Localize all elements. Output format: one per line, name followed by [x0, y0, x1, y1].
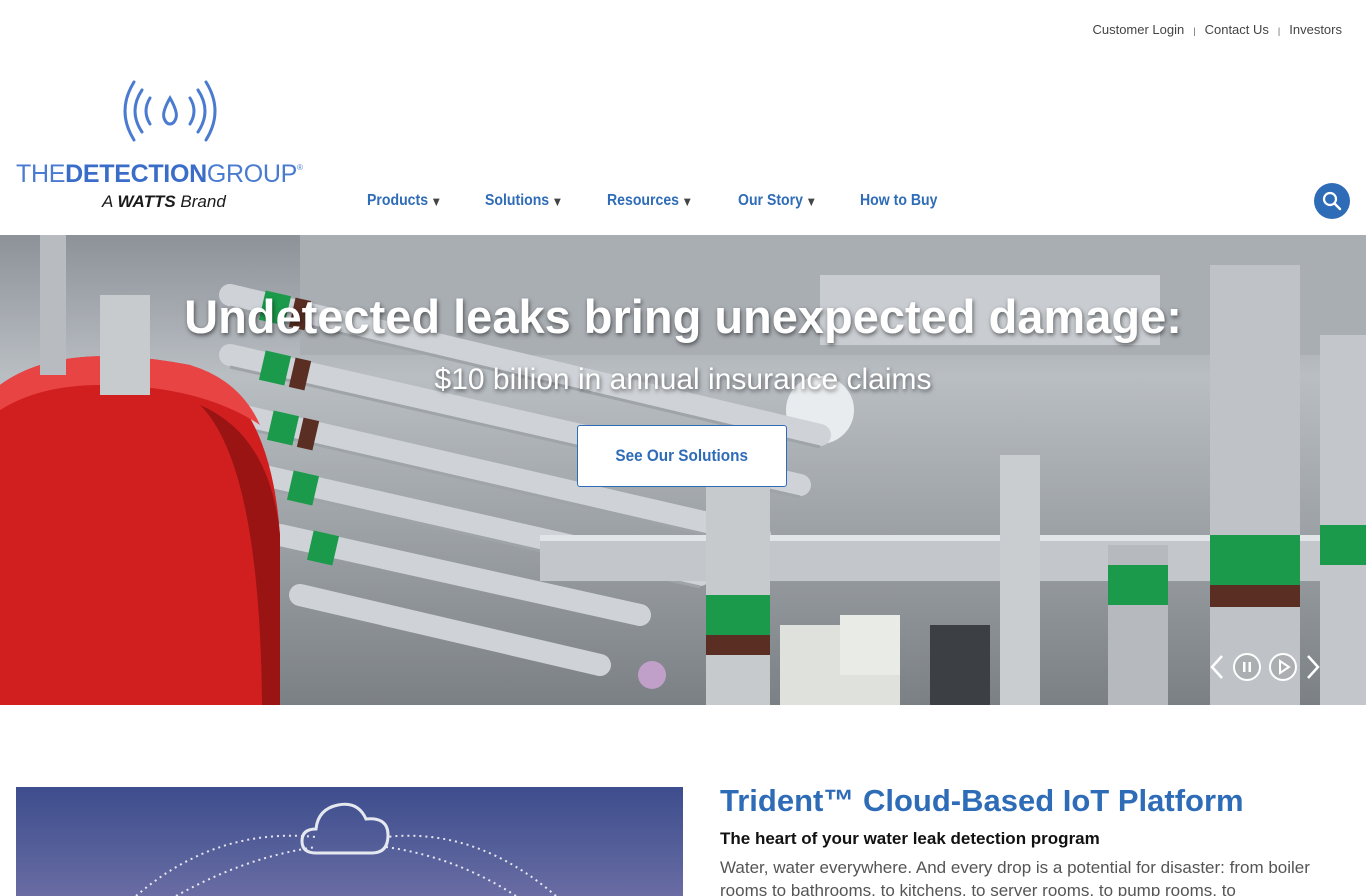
chevron-right-icon: [1307, 655, 1320, 679]
investors-link[interactable]: Investors: [1289, 22, 1342, 37]
logo-brand-line: A WATTS Brand: [102, 192, 226, 212]
caret-down-icon: ▼: [681, 193, 693, 209]
hero-subtitle: $10 billion in annual insurance claims: [434, 363, 932, 396]
caret-down-icon: ▼: [552, 193, 564, 209]
cloud-network-illustration: [135, 802, 557, 896]
see-our-solutions-button[interactable]: See Our Solutions: [577, 425, 787, 487]
carousel-controls: [1206, 652, 1324, 682]
logo[interactable]: THEDETECTIONGROUP® A WATTS Brand: [16, 78, 336, 218]
feature-title: Trident™ Cloud-Based IoT Platform: [720, 783, 1244, 818]
hero-title: Undetected leaks bring unexpected damage…: [184, 290, 1182, 343]
water-drop-signal-icon: [123, 80, 217, 142]
main-nav: Products ▼ Solutions ▼ Resources ▼ Our Stor…: [367, 192, 981, 210]
search-button[interactable]: [1314, 183, 1350, 219]
nav-item-resources[interactable]: Resources ▼: [607, 192, 693, 210]
cloud-icon: [300, 802, 390, 855]
logo-wordmark-the: THE: [16, 160, 66, 188]
search-icon: [1322, 191, 1342, 211]
nav-item-label: Products: [367, 192, 429, 209]
button-label: See Our Solutions: [615, 446, 749, 465]
carousel-pause-button[interactable]: [1232, 652, 1262, 682]
carousel-next-button[interactable]: [1302, 652, 1324, 682]
feature-subtitle: The heart of your water leak detection p…: [720, 829, 1100, 848]
customer-login-link[interactable]: Customer Login: [1092, 22, 1184, 37]
feature-body: Water, water everywhere. And every drop …: [720, 858, 1310, 896]
registered-mark: ®: [297, 163, 303, 172]
nav-item-label: Our Story: [737, 192, 803, 209]
hero-banner: Undetected leaks bring unexpected damage…: [0, 235, 1366, 705]
logo-wordmark-detection: DETECTION: [65, 160, 207, 188]
separator: |: [1193, 25, 1196, 36]
play-icon: [1269, 653, 1297, 681]
utility-links: Customer Login | Contact Us | Investors: [1092, 22, 1342, 37]
nav-item-solutions[interactable]: Solutions ▼: [485, 192, 563, 210]
chevron-left-icon: [1210, 655, 1223, 679]
nav-item-products[interactable]: Products ▼: [367, 192, 442, 210]
nav-item-label: Resources: [606, 192, 679, 209]
logo-wordmark-group: GROUP: [206, 160, 298, 188]
nav-item-our-story[interactable]: Our Story ▼: [738, 192, 817, 210]
contact-us-link[interactable]: Contact Us: [1205, 22, 1269, 37]
nav-item-label: How to Buy: [860, 192, 938, 209]
carousel-play-button[interactable]: [1268, 652, 1298, 682]
pause-icon: [1233, 653, 1261, 681]
nav-item-how-to-buy[interactable]: How to Buy: [860, 192, 937, 210]
logo-wordmark: THEDETECTIONGROUP®: [16, 160, 303, 189]
brand-suffix: Brand: [180, 192, 226, 211]
carousel-prev-button[interactable]: [1206, 652, 1228, 682]
nav-item-label: Solutions: [485, 192, 550, 209]
caret-down-icon: ▼: [430, 193, 442, 209]
separator: |: [1277, 25, 1281, 36]
brand-prefix: A: [102, 192, 113, 211]
caret-down-icon: ▼: [805, 193, 817, 209]
brand-name: WATTS: [117, 192, 176, 211]
trident-platform-image: [16, 787, 683, 896]
